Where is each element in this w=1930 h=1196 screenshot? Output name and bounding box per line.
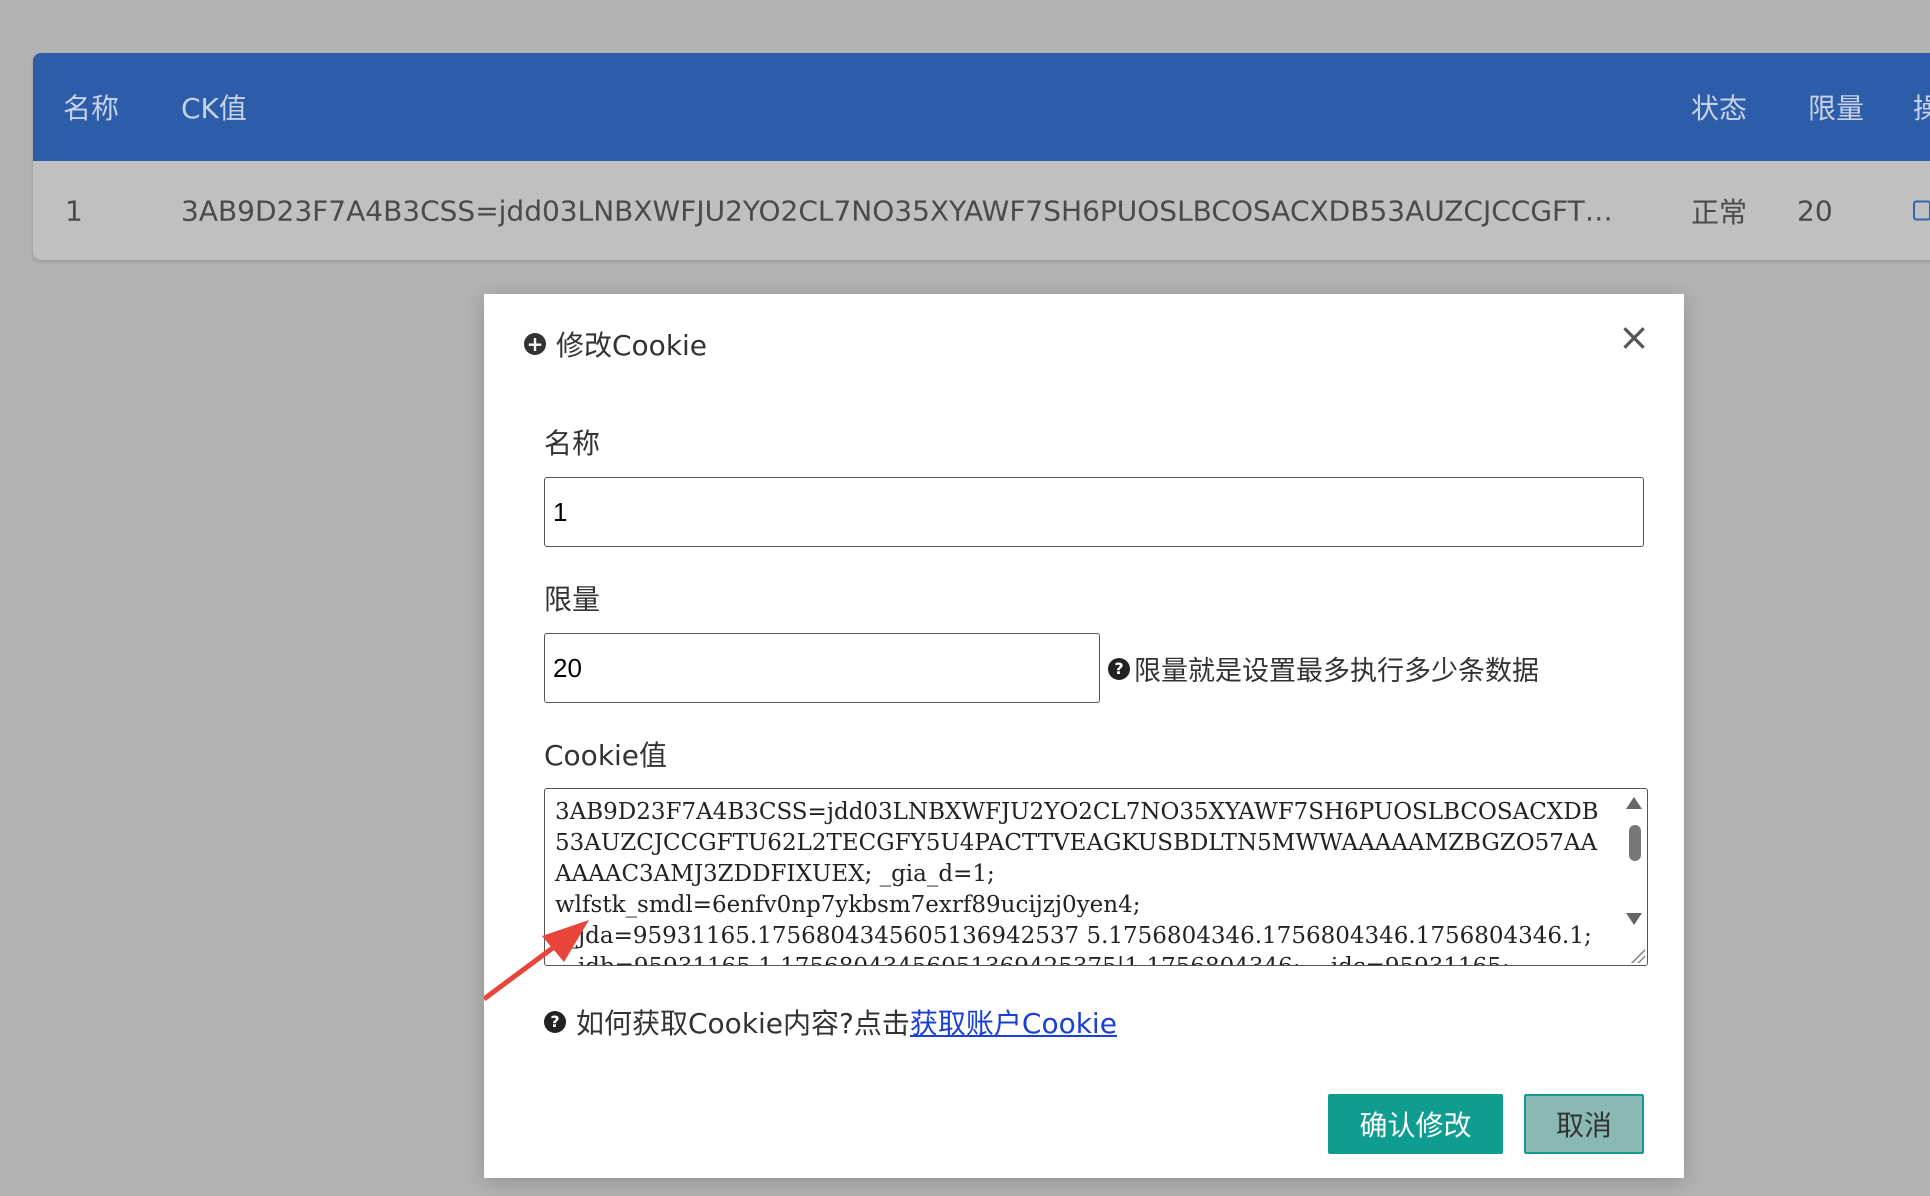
- scroll-down-icon[interactable]: [1626, 913, 1642, 925]
- name-label: 名称: [544, 427, 601, 460]
- confirm-button[interactable]: 确认修改: [1328, 1094, 1503, 1154]
- name-input[interactable]: [544, 477, 1644, 547]
- plus-circle-icon: +: [524, 333, 546, 355]
- close-icon[interactable]: ×: [1618, 318, 1650, 356]
- header-name: 名称: [63, 92, 120, 125]
- row-limit: 20: [1797, 194, 1833, 227]
- cookie-label: Cookie值: [544, 739, 668, 772]
- modal-title-text: 修改Cookie: [556, 329, 708, 362]
- edit-cookie-modal: + 修改Cookie × 名称 限量 ? 限量就是设置最多执行多少条数据 Coo…: [484, 294, 1684, 1178]
- cookie-table: 名称 CK值 状态 限量 操 1 3AB9D23F7A4B3CSS=jdd03L…: [33, 53, 1930, 260]
- row-ck: 3AB9D23F7A4B3CSS=jdd03LNBXWFJU2YO2CL7NO3…: [181, 194, 1626, 227]
- header-ck: CK值: [181, 92, 247, 125]
- cookie-value: 3AB9D23F7A4B3CSS=jdd03LNBXWFJU2YO2CL7NO3…: [555, 799, 1599, 965]
- scroll-up-icon[interactable]: [1626, 797, 1642, 809]
- scroll-thumb[interactable]: [1629, 825, 1641, 861]
- get-cookie-link[interactable]: 获取账户Cookie: [910, 1002, 1117, 1042]
- question-circle-icon: ?: [1108, 657, 1130, 680]
- table-header: 名称 CK值 状态 限量 操: [33, 53, 1930, 161]
- row-edit-button[interactable]: [1913, 194, 1930, 227]
- limit-label: 限量: [544, 583, 601, 616]
- cookie-textarea[interactable]: 3AB9D23F7A4B3CSS=jdd03LNBXWFJU2YO2CL7NO3…: [544, 788, 1648, 966]
- help-line: ? 如何获取Cookie内容?点击 获取账户Cookie: [544, 1002, 1117, 1042]
- modal-title: + 修改Cookie: [524, 324, 707, 364]
- textarea-scrollbar[interactable]: [1625, 789, 1647, 965]
- limit-hint: ? 限量就是设置最多执行多少条数据: [1108, 649, 1539, 688]
- header-limit: 限量: [1808, 92, 1865, 125]
- row-name: 1: [65, 194, 83, 227]
- help-text: 如何获取Cookie内容?点击: [576, 1007, 910, 1040]
- header-status: 状态: [1691, 92, 1748, 125]
- limit-input[interactable]: [544, 633, 1100, 703]
- limit-hint-text: 限量就是设置最多执行多少条数据: [1134, 656, 1539, 687]
- row-status: 正常: [1691, 195, 1748, 229]
- question-circle-icon: ?: [544, 1011, 566, 1033]
- edit-icon: [1913, 200, 1930, 220]
- header-action: 操: [1913, 92, 1930, 125]
- resize-grip-icon[interactable]: [1629, 947, 1645, 963]
- cancel-button[interactable]: 取消: [1524, 1094, 1644, 1154]
- table-row: 1 3AB9D23F7A4B3CSS=jdd03LNBXWFJU2YO2CL7N…: [33, 161, 1930, 260]
